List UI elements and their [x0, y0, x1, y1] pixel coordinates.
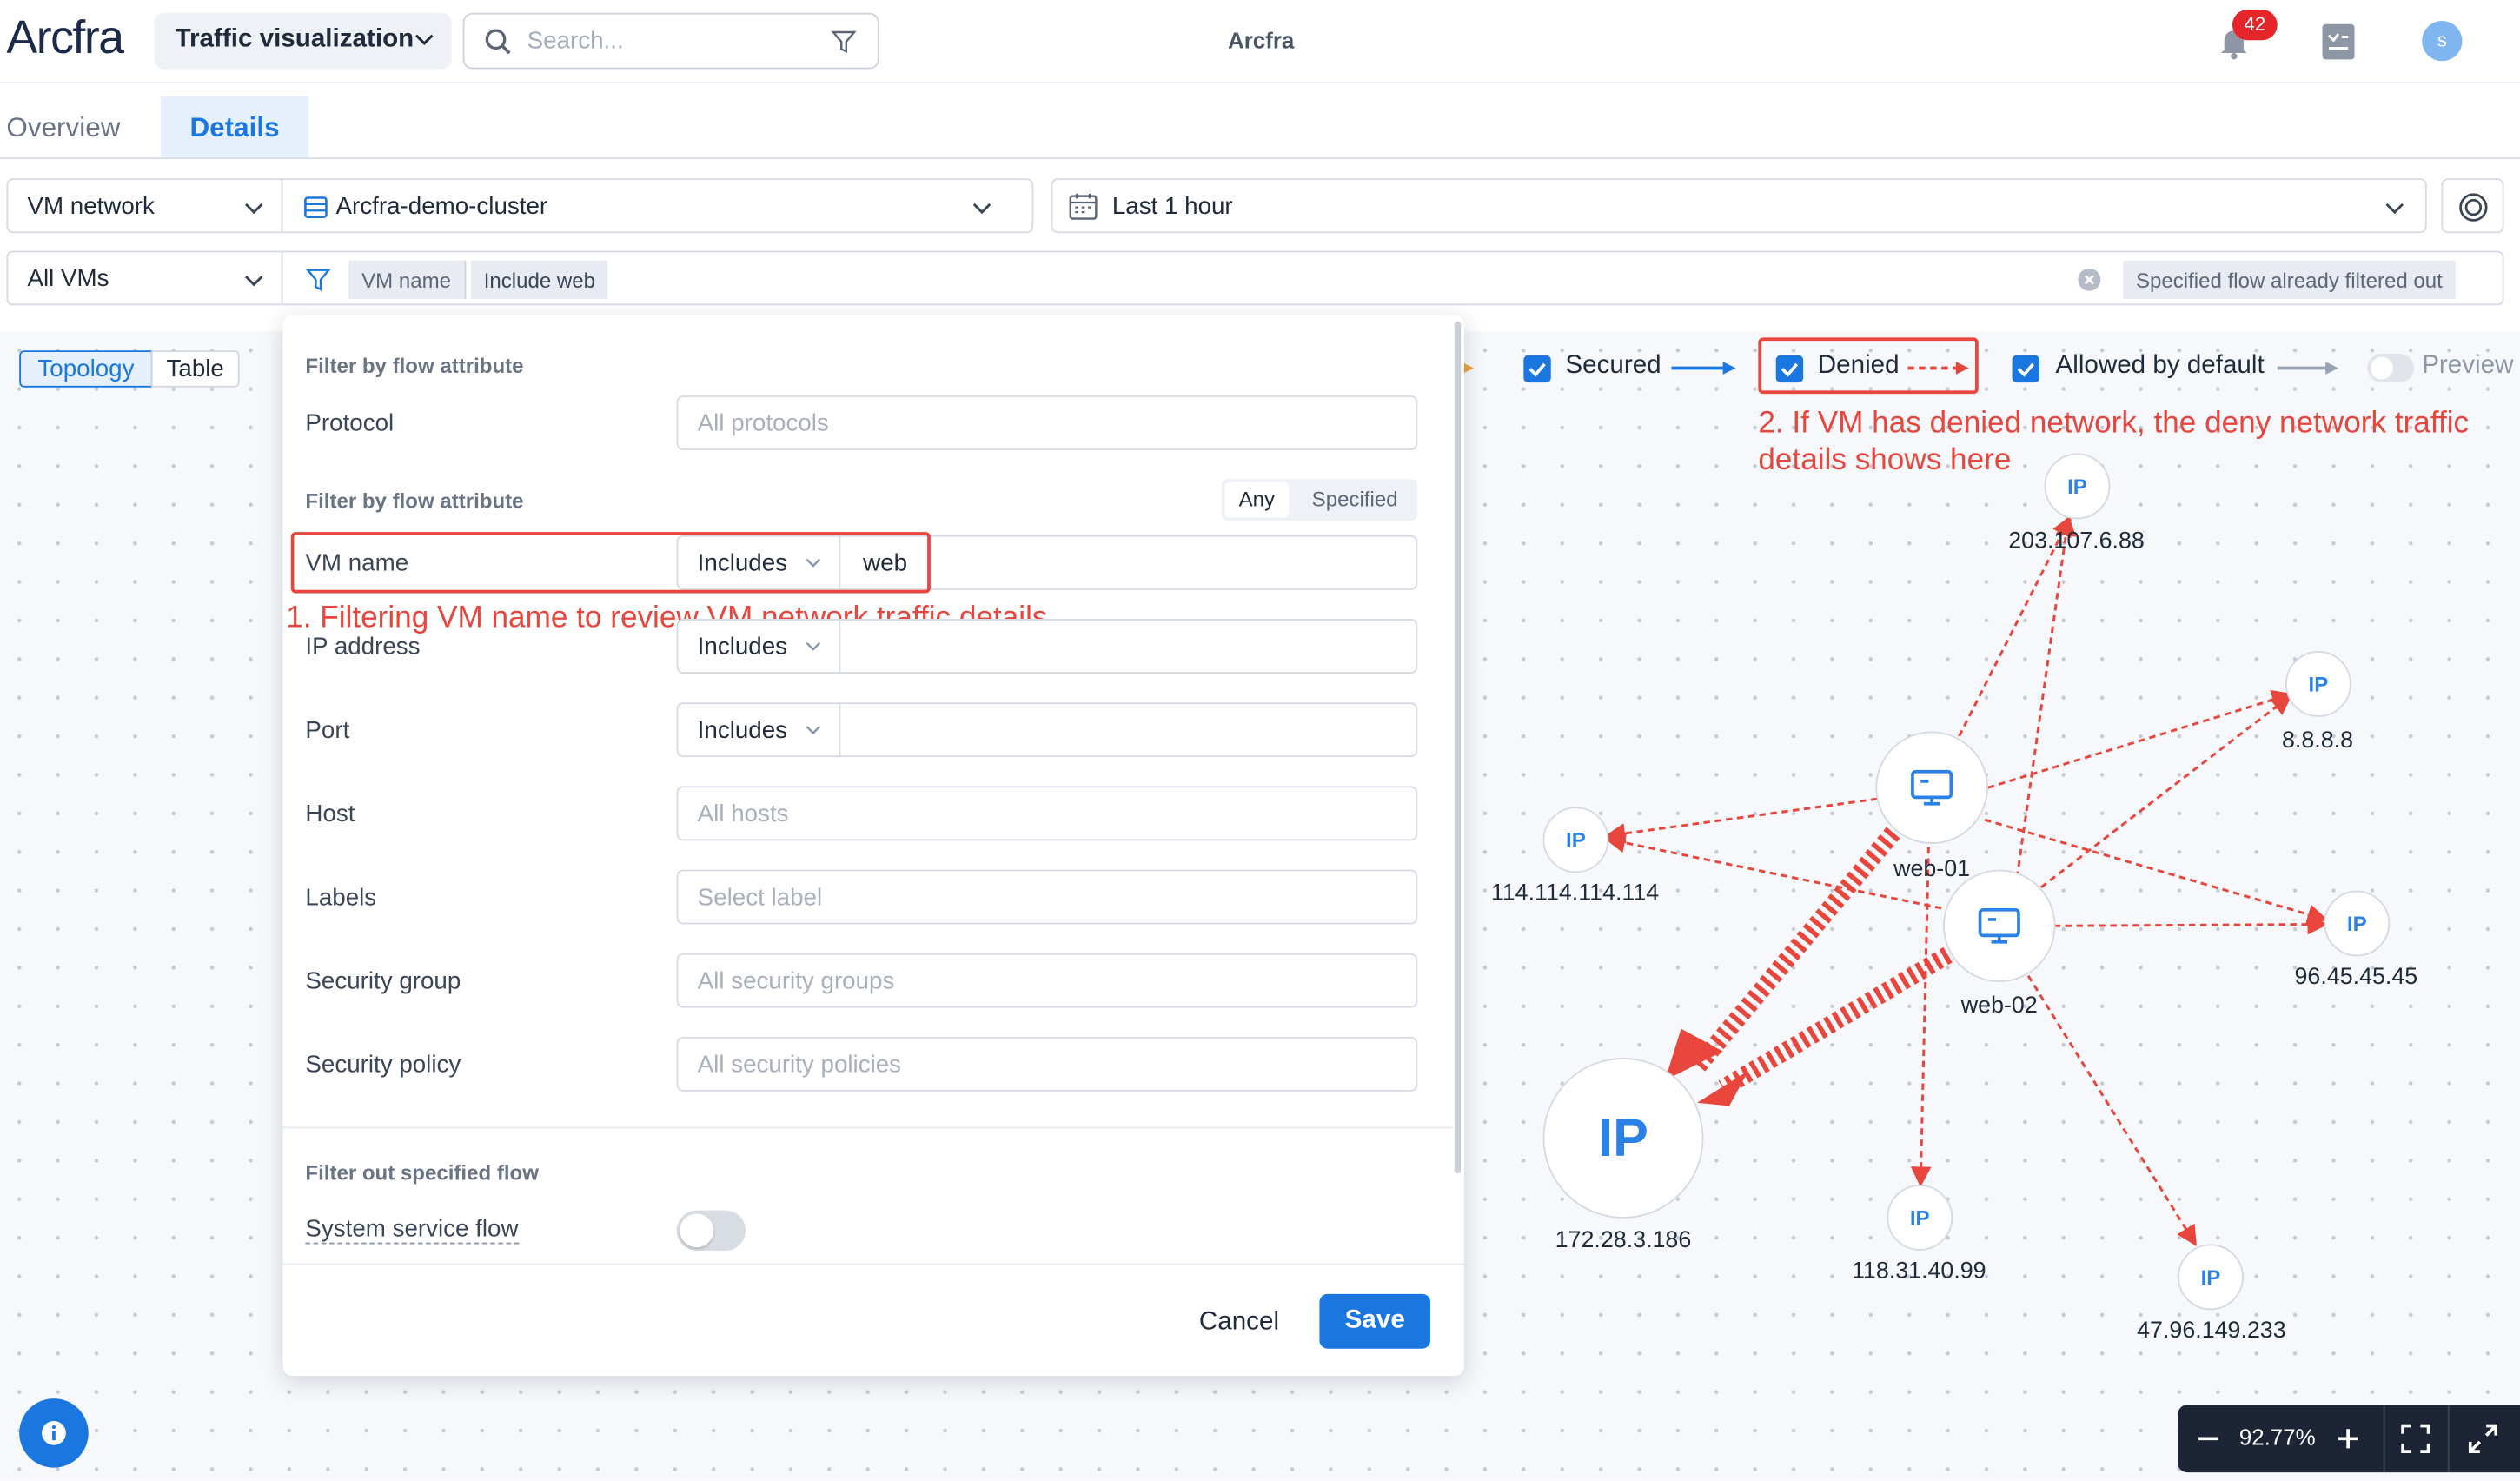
ip-node[interactable]: IP	[2324, 890, 2391, 957]
ip-address-label: IP address	[305, 633, 421, 661]
annotation-step2-line2: details shows here	[1758, 443, 2012, 478]
annotation-step2-line1: 2. If VM has denied network, the deny ne…	[1758, 406, 2470, 441]
port-input[interactable]	[839, 702, 1418, 758]
denied-checkbox[interactable]	[1775, 355, 1804, 383]
security-policy-select[interactable]: All security policies	[676, 1036, 1418, 1092]
vm-node-web-02[interactable]	[1943, 869, 2056, 983]
zoom-in-icon[interactable]	[2337, 1427, 2359, 1450]
match-specified-option[interactable]: Specified	[1296, 482, 1415, 518]
section-title: Filter by flow attribute	[305, 353, 524, 378]
info-button[interactable]	[19, 1398, 89, 1468]
security-policy-label: Security policy	[305, 1051, 461, 1079]
fullscreen-icon[interactable]	[2468, 1424, 2498, 1453]
ip-node[interactable]: IP	[1542, 807, 1609, 873]
secured-checkbox[interactable]	[1523, 355, 1551, 383]
labels-select[interactable]: Select label	[676, 869, 1418, 925]
monitor-icon	[1978, 907, 2020, 944]
ip-address-operator[interactable]: Includes	[676, 619, 841, 674]
vm-node-web-01[interactable]	[1875, 731, 1988, 844]
port-operator[interactable]: Includes	[676, 702, 841, 758]
ip-label: 96.45.45.45	[2294, 964, 2418, 991]
chevron-down-icon	[806, 641, 821, 651]
ip-label: 8.8.8.8	[2281, 727, 2353, 754]
filter-panel: Filter by flow attribute Protocol All pr…	[282, 315, 1464, 1377]
divider	[282, 1126, 1453, 1129]
info-icon	[42, 1420, 66, 1445]
annotation-step2: 2. If VM has denied network, the deny ne…	[1758, 405, 2513, 479]
ip-node[interactable]: IP	[2178, 1244, 2244, 1311]
cancel-button[interactable]: Cancel	[1173, 1296, 1305, 1349]
save-button[interactable]: Save	[1319, 1293, 1431, 1349]
system-service-flow-label: System service flow	[305, 1215, 519, 1245]
host-select[interactable]: All hosts	[676, 786, 1418, 841]
system-service-flow-toggle[interactable]	[676, 1210, 746, 1251]
allowed-default-checkbox[interactable]	[2012, 355, 2040, 383]
ip-operator-value: Includes	[697, 633, 788, 661]
ip-node-large[interactable]: IP	[1542, 1057, 1704, 1219]
panel-scrollbar[interactable]	[1454, 321, 1462, 1174]
ip-label: 203.107.6.88	[2008, 528, 2145, 555]
divider	[2447, 1405, 2450, 1473]
vm-label: web-02	[1960, 993, 2038, 1019]
match-mode-toggle: Any Specified	[1221, 479, 1418, 521]
check-icon	[1529, 362, 1546, 377]
monitor-icon	[1911, 769, 1953, 806]
section-title: Filter out specified flow	[305, 1160, 539, 1185]
vm-name-highlight	[290, 532, 931, 594]
zoom-out-icon[interactable]	[2197, 1427, 2219, 1450]
check-icon	[1781, 362, 1799, 377]
protocol-label: Protocol	[305, 409, 395, 438]
ip-label: 118.31.40.99	[1851, 1259, 1986, 1285]
port-label: Port	[305, 716, 350, 745]
ip-address-input[interactable]	[839, 619, 1418, 674]
ip-node[interactable]: IP	[2044, 453, 2111, 520]
section-title: Filter by flow attribute	[305, 488, 524, 513]
footer-divider	[282, 1263, 1464, 1265]
chevron-down-icon	[806, 726, 821, 735]
match-any-option[interactable]: Any	[1224, 481, 1290, 518]
legend-allowed-default: Allowed by default	[2055, 352, 2265, 380]
legend-preview: Preview	[2422, 352, 2514, 380]
host-label: Host	[305, 800, 355, 828]
check-icon	[2017, 362, 2035, 377]
legend-denied: Denied	[1817, 352, 1900, 380]
zoom-level: 92.77%	[2238, 1424, 2316, 1451]
fit-view-icon[interactable]	[2401, 1424, 2430, 1453]
port-operator-value: Includes	[697, 716, 788, 745]
ip-node[interactable]: IP	[2285, 651, 2351, 717]
security-group-select[interactable]: All security groups	[676, 953, 1418, 1008]
zoom-toolbar: 92.77%	[2178, 1405, 2520, 1473]
denied-line-icon	[1907, 362, 1969, 375]
ip-label: 172.28.3.186	[1555, 1228, 1692, 1254]
secured-line-icon	[1671, 362, 1736, 375]
allowed-line-icon	[2277, 362, 2339, 375]
legend-secured: Secured	[1565, 352, 1661, 380]
ip-label: 114.114.114.114	[1490, 880, 1660, 907]
ip-node[interactable]: IP	[1887, 1185, 1953, 1251]
preview-toggle[interactable]	[2367, 353, 2414, 383]
security-group-label: Security group	[305, 967, 461, 995]
protocol-select[interactable]: All protocols	[676, 395, 1418, 450]
ip-label: 47.96.149.233	[2137, 1318, 2286, 1345]
divider	[2383, 1405, 2385, 1473]
labels-label: Labels	[305, 884, 377, 912]
